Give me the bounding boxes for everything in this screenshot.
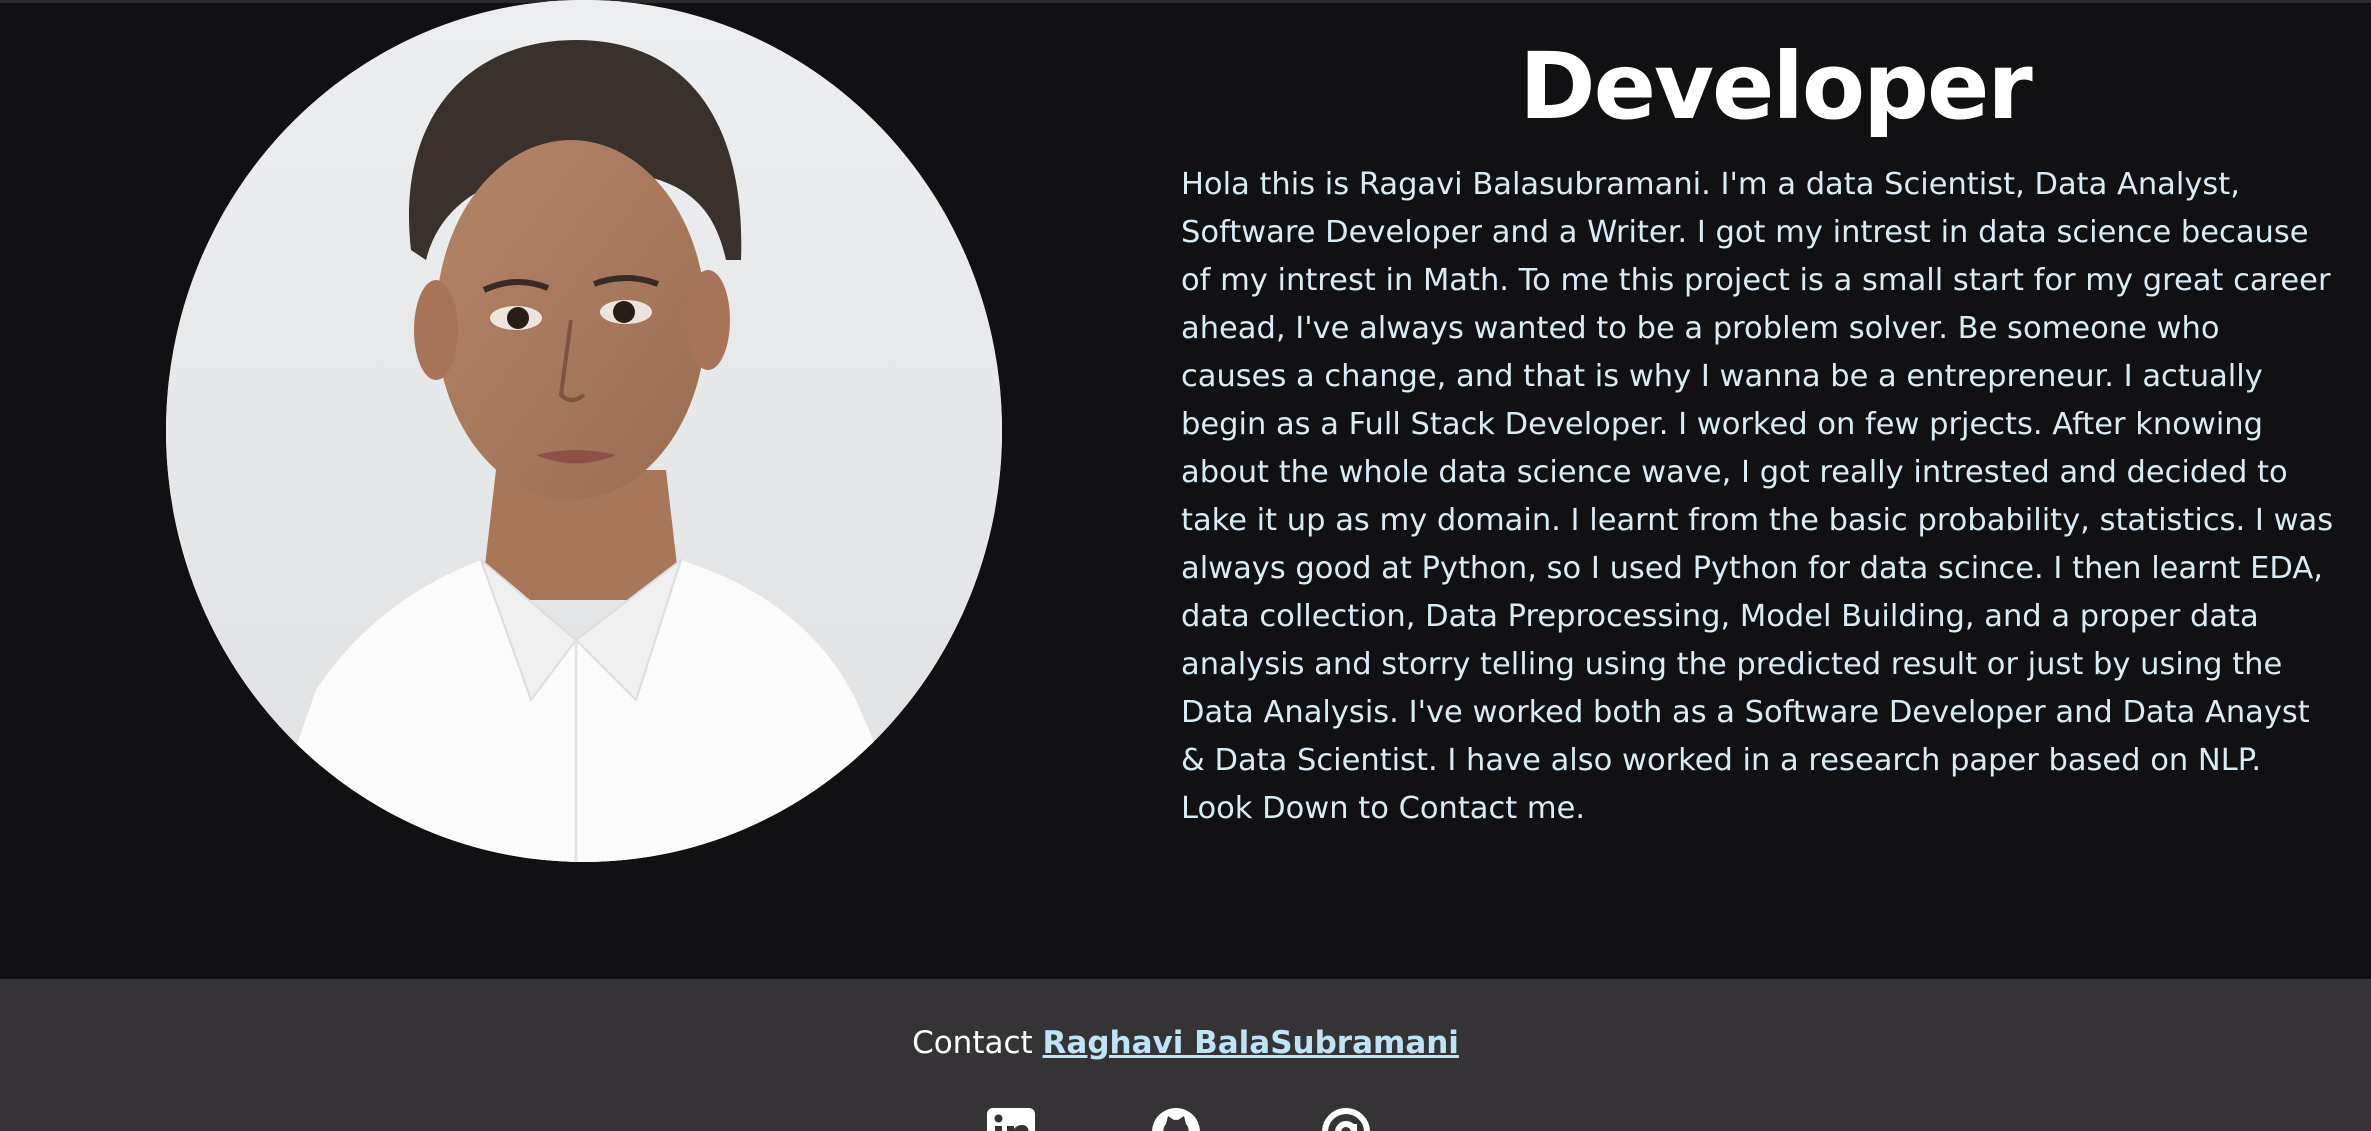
top-divider [0,0,2371,3]
portfolio-page: Developer Hola this is Ragavi Balasubram… [0,0,2371,1131]
linkedin-icon[interactable] [985,1106,1037,1131]
contact-line: Contact Raghavi BalaSubramani [0,1022,2371,1064]
github-icon[interactable] [1150,1106,1202,1131]
about-section: Developer Hola this is Ragavi Balasubram… [0,0,2371,979]
profile-photo [166,0,1002,862]
page-title: Developer [1519,33,2033,140]
contact-label: Contact [912,1025,1033,1061]
at-sign-icon[interactable] [1320,1106,1372,1131]
bio-paragraph: Hola this is Ragavi Balasubramani. I'm a… [1181,167,2334,826]
contact-name-link[interactable]: Raghavi BalaSubramani [1043,1025,1459,1061]
